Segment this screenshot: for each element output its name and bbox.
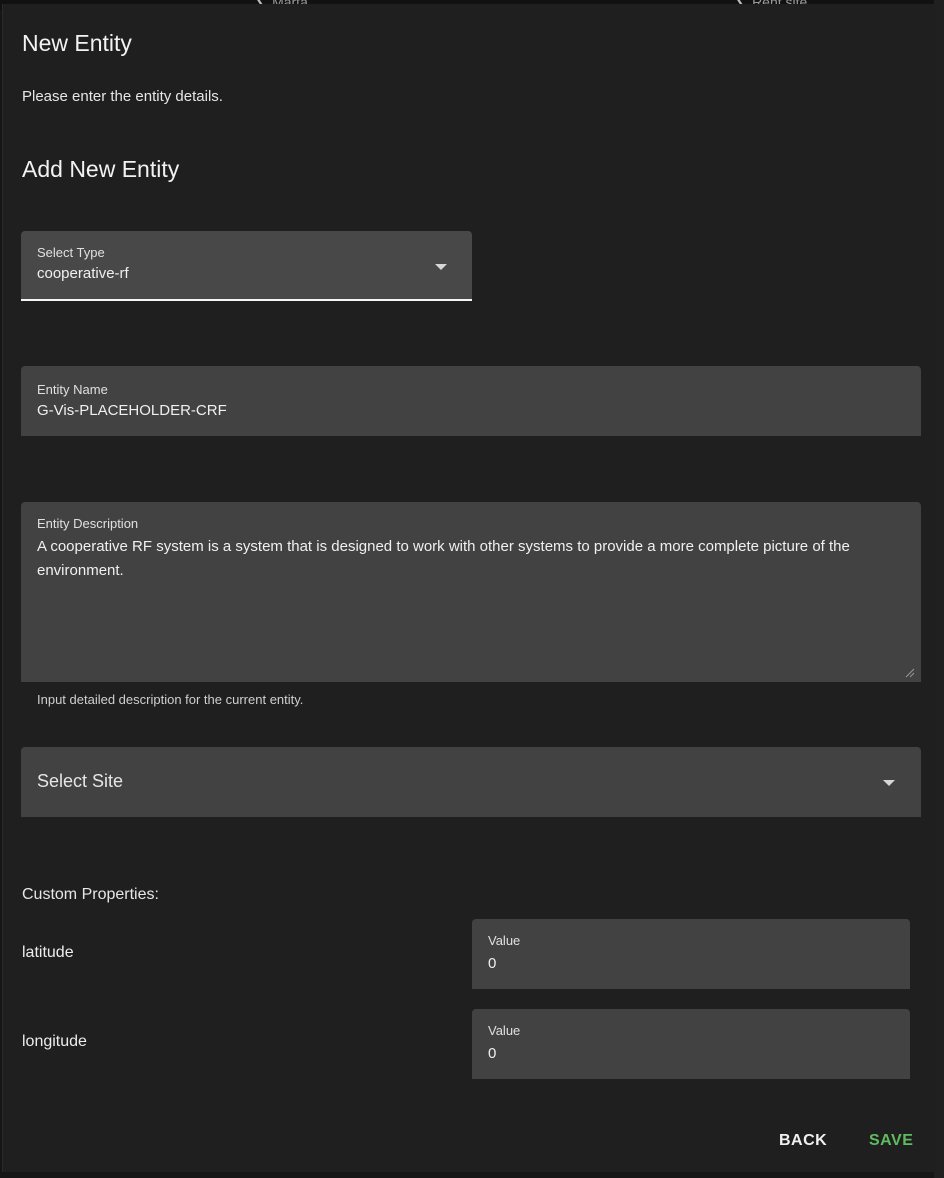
entity-name-input[interactable]: G-Vis-PLACEHOLDER-CRF	[37, 402, 227, 419]
entity-name-field[interactable]: Entity Name G-Vis-PLACEHOLDER-CRF	[21, 366, 921, 436]
caret-down-icon[interactable]	[435, 264, 447, 270]
section-title: Add New Entity	[22, 156, 180, 182]
entity-description-helper: Input detailed description for the curre…	[37, 692, 304, 707]
longitude-value-field[interactable]: Value 0	[472, 1009, 910, 1079]
latitude-value-input[interactable]: 0	[488, 955, 496, 972]
dialog-title: New Entity	[22, 30, 132, 56]
select-type-value: cooperative-rf	[37, 265, 129, 282]
latitude-value-field[interactable]: Value 0	[472, 919, 910, 989]
value-label: Value	[488, 933, 521, 948]
dialog-subtitle: Please enter the entity details.	[22, 88, 223, 105]
resize-grip-icon[interactable]	[905, 668, 915, 678]
entity-description-textarea[interactable]: A cooperative RF system is a system that…	[37, 535, 897, 583]
custom-properties-title: Custom Properties:	[22, 886, 159, 903]
select-site-placeholder: Select Site	[37, 771, 124, 791]
longitude-value-input[interactable]: 0	[488, 1045, 496, 1062]
entity-description-label: Entity Description	[37, 516, 139, 531]
back-button[interactable]: BACK	[771, 1128, 835, 1154]
save-button[interactable]: SAVE	[861, 1128, 921, 1154]
entity-description-field[interactable]: Entity Description A cooperative RF syst…	[21, 502, 921, 682]
select-type-dropdown[interactable]: Select Type cooperative-rf	[21, 231, 472, 301]
property-name-longitude: longitude	[22, 1033, 87, 1050]
select-type-label: Select Type	[37, 245, 105, 260]
select-site-dropdown[interactable]: Select Site	[21, 747, 921, 817]
property-name-latitude: latitude	[22, 944, 74, 961]
entity-name-label: Entity Name	[37, 382, 108, 397]
caret-down-icon[interactable]	[883, 780, 895, 786]
new-entity-dialog: New Entity Please enter the entity detai…	[2, 4, 936, 1172]
value-label: Value	[488, 1023, 521, 1038]
